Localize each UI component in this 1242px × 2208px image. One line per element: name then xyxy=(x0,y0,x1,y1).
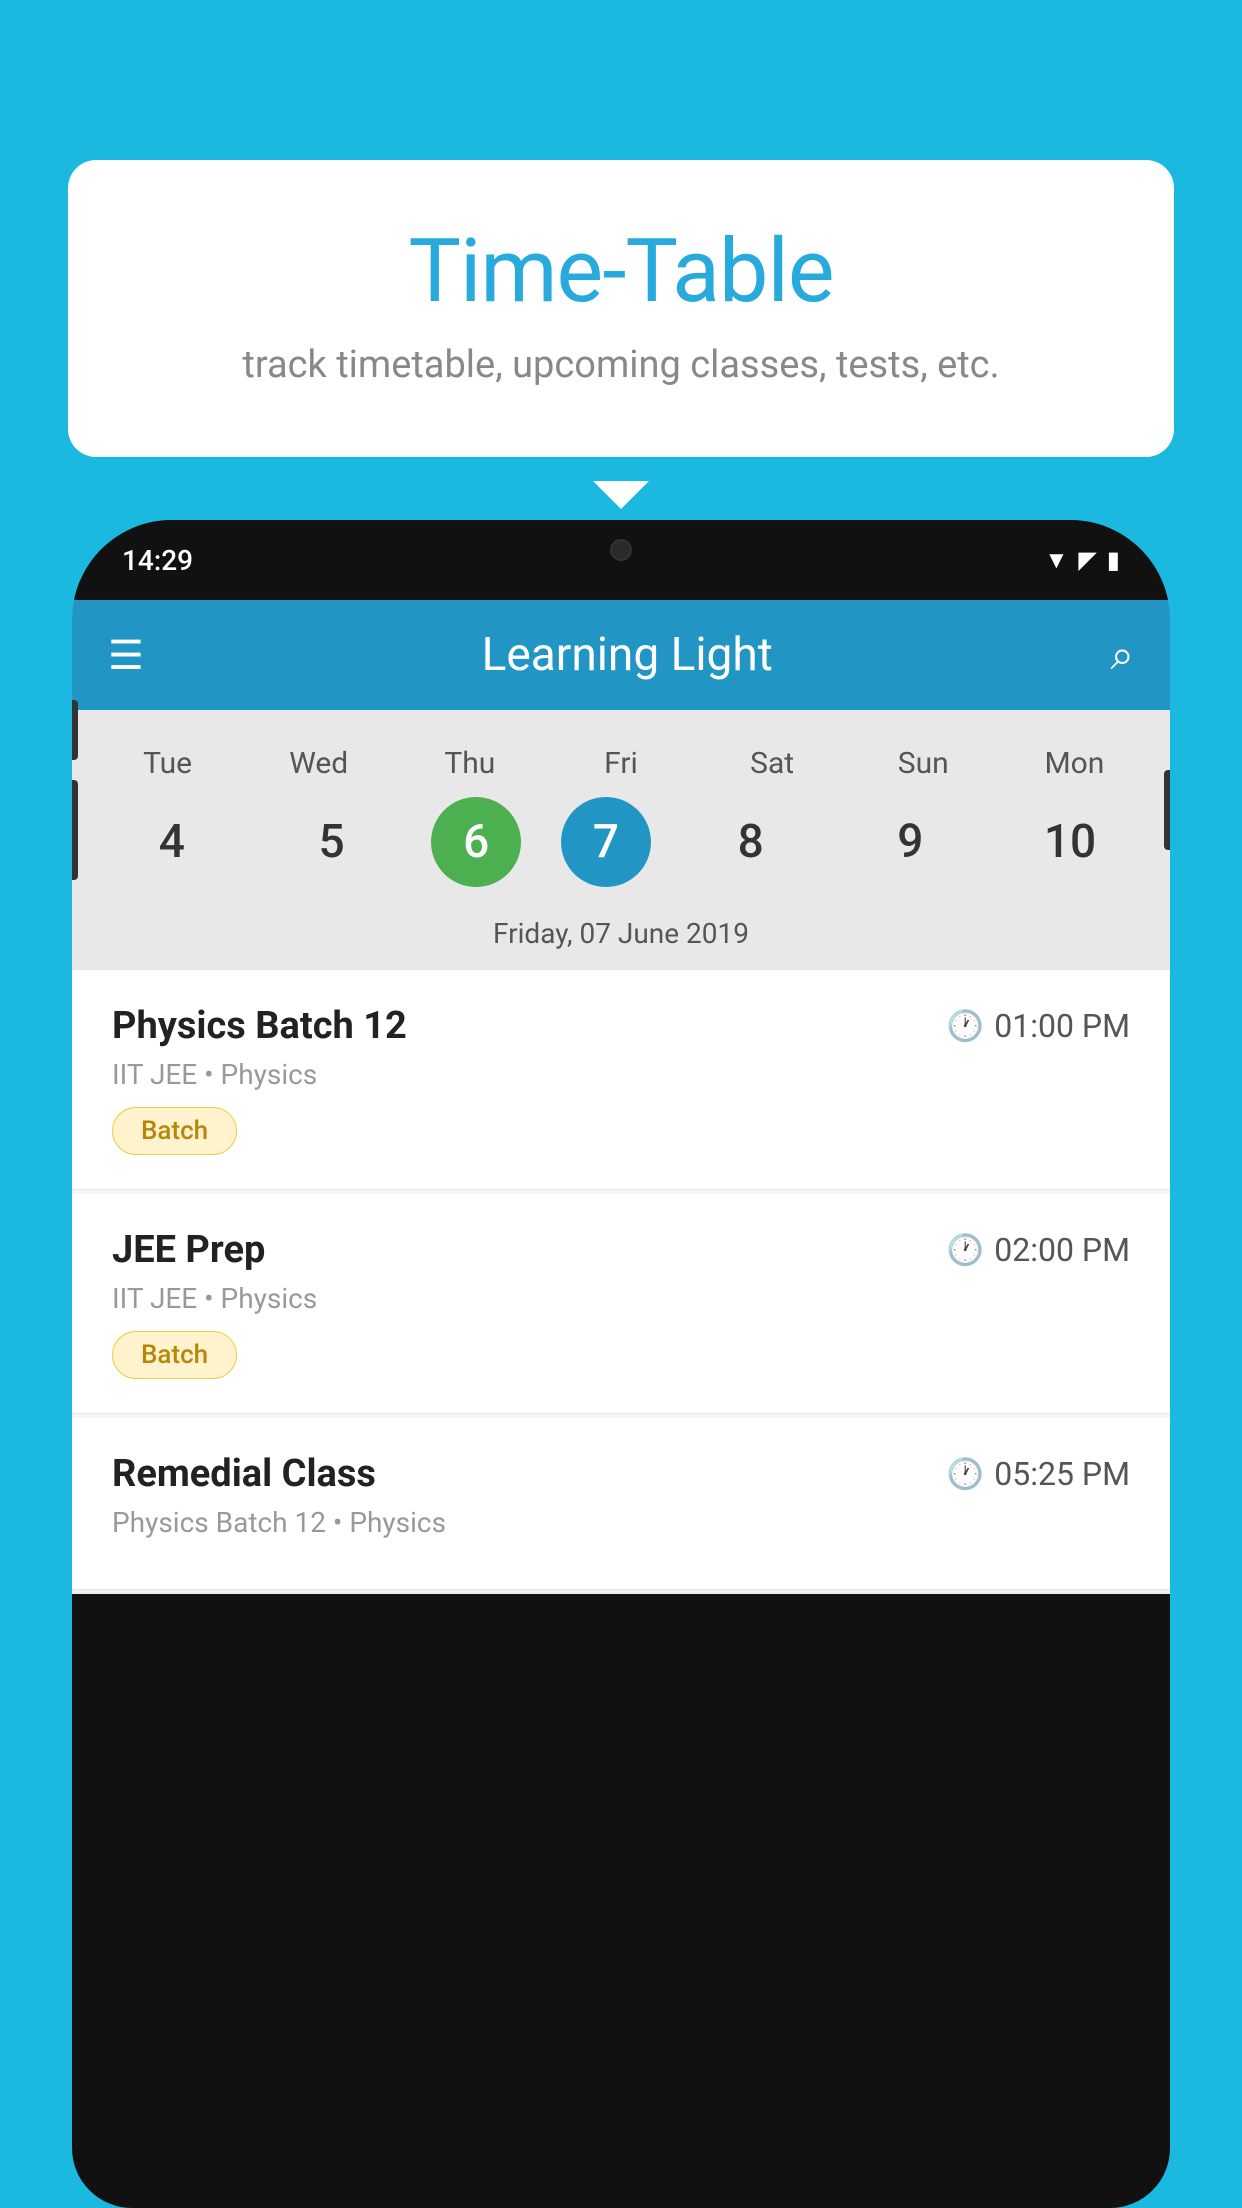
status-time: 14:29 xyxy=(122,544,193,577)
schedule-item-3-time: 🕐 05:25 PM xyxy=(947,1455,1130,1493)
weekday-sun: Sun xyxy=(863,746,983,781)
schedule-item-1-badge: Batch xyxy=(112,1107,237,1155)
clock-icon-1: 🕐 xyxy=(947,1009,984,1044)
camera xyxy=(610,539,632,561)
phone-frame: 14:29 ▼ ◤ ▮ ☰ Learning Light ⌕ Tue Wed T… xyxy=(72,520,1170,2208)
date-9[interactable]: 9 xyxy=(850,797,970,887)
app-bar: ☰ Learning Light ⌕ xyxy=(72,600,1170,710)
schedule-item-1-time-text: 01:00 PM xyxy=(994,1007,1130,1045)
selected-date-label: Friday, 07 June 2019 xyxy=(72,907,1170,970)
wifi-icon: ▼ xyxy=(1045,546,1069,575)
schedule-item-1-meta: IIT JEE • Physics xyxy=(112,1058,1130,1091)
schedule-item-3-meta: Physics Batch 12 • Physics xyxy=(112,1506,1130,1539)
clock-icon-3: 🕐 xyxy=(947,1457,984,1492)
weekday-mon: Mon xyxy=(1014,746,1134,781)
schedule-list: Physics Batch 12 🕐 01:00 PM IIT JEE • Ph… xyxy=(72,970,1170,1590)
schedule-item-3-header: Remedial Class 🕐 05:25 PM xyxy=(112,1452,1130,1496)
date-7-selected[interactable]: 7 xyxy=(561,797,651,887)
schedule-item-3-title: Remedial Class xyxy=(112,1452,376,1496)
bubble-title: Time-Table xyxy=(128,220,1114,323)
bubble-subtitle: track timetable, upcoming classes, tests… xyxy=(128,343,1114,387)
schedule-item-1-title: Physics Batch 12 xyxy=(112,1004,407,1048)
power-button xyxy=(1164,770,1170,850)
battery-icon: ▮ xyxy=(1107,546,1120,574)
status-bar: 14:29 ▼ ◤ ▮ xyxy=(72,520,1170,600)
date-10[interactable]: 10 xyxy=(1010,797,1130,887)
schedule-item-1-header: Physics Batch 12 🕐 01:00 PM xyxy=(112,1004,1130,1048)
volume-down-button xyxy=(72,780,78,880)
calendar-section: Tue Wed Thu Fri Sat Sun Mon 4 5 6 7 8 9 … xyxy=(72,710,1170,970)
date-4[interactable]: 4 xyxy=(112,797,232,887)
speech-bubble: Time-Table track timetable, upcoming cla… xyxy=(68,160,1174,457)
schedule-item-2-header: JEE Prep 🕐 02:00 PM xyxy=(112,1228,1130,1272)
weekday-wed: Wed xyxy=(259,746,379,781)
weekday-sat: Sat xyxy=(712,746,832,781)
clock-icon-2: 🕐 xyxy=(947,1233,984,1268)
volume-up-button xyxy=(72,700,78,760)
phone-screen: ☰ Learning Light ⌕ Tue Wed Thu Fri Sat S… xyxy=(72,600,1170,1594)
search-icon[interactable]: ⌕ xyxy=(1110,631,1134,680)
signal-icon: ◤ xyxy=(1078,546,1096,574)
phone-notch xyxy=(561,520,681,580)
menu-icon[interactable]: ☰ xyxy=(108,632,144,679)
schedule-item-3-time-text: 05:25 PM xyxy=(994,1455,1130,1493)
schedule-item-3[interactable]: Remedial Class 🕐 05:25 PM Physics Batch … xyxy=(72,1418,1170,1590)
schedule-item-2-time: 🕐 02:00 PM xyxy=(947,1231,1130,1269)
date-6-today[interactable]: 6 xyxy=(431,797,521,887)
date-8[interactable]: 8 xyxy=(691,797,811,887)
schedule-item-2[interactable]: JEE Prep 🕐 02:00 PM IIT JEE • Physics Ba… xyxy=(72,1194,1170,1414)
weekday-thu: Thu xyxy=(410,746,530,781)
weekdays-row: Tue Wed Thu Fri Sat Sun Mon xyxy=(72,730,1170,789)
status-icons: ▼ ◤ ▮ xyxy=(1045,546,1120,575)
dates-row: 4 5 6 7 8 9 10 xyxy=(72,789,1170,907)
schedule-item-1-time: 🕐 01:00 PM xyxy=(947,1007,1130,1045)
schedule-item-2-badge: Batch xyxy=(112,1331,237,1379)
schedule-item-1[interactable]: Physics Batch 12 🕐 01:00 PM IIT JEE • Ph… xyxy=(72,970,1170,1190)
schedule-item-2-title: JEE Prep xyxy=(112,1228,265,1272)
date-5[interactable]: 5 xyxy=(272,797,392,887)
weekday-tue: Tue xyxy=(108,746,228,781)
app-bar-title: Learning Light xyxy=(144,628,1111,682)
schedule-item-2-time-text: 02:00 PM xyxy=(994,1231,1130,1269)
weekday-fri: Fri xyxy=(561,746,681,781)
schedule-item-2-meta: IIT JEE • Physics xyxy=(112,1282,1130,1315)
